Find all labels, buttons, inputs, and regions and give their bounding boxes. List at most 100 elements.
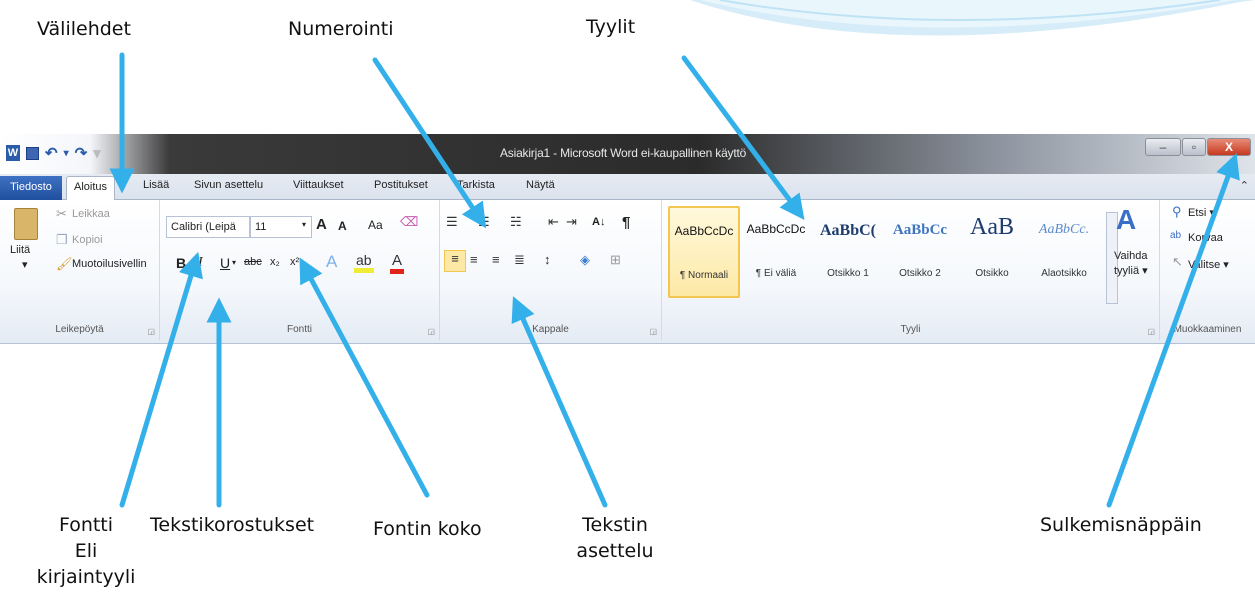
group-label-font: Fontti (286, 324, 312, 335)
clipboard-launcher-icon[interactable]: ◲ (147, 327, 155, 336)
font-size-dropdown-icon[interactable]: ▾ (302, 220, 306, 229)
change-styles-icon[interactable]: A (1116, 204, 1136, 236)
style-preview: AaBbCc. (1038, 222, 1090, 237)
style-gallery: AaBbCcDc ¶ Normaali AaBbCcDc ¶ Ei väliä … (668, 206, 1118, 304)
copy-icon: ❐ (56, 232, 68, 247)
tab-home[interactable]: Aloitus (66, 176, 116, 201)
customize-qat-icon[interactable]: ▾ (93, 144, 101, 162)
tab-mailings[interactable]: Postitukset (374, 179, 428, 191)
increase-indent-icon[interactable]: ⇥ (566, 214, 577, 230)
callout-font-line2: Eli (74, 540, 98, 562)
text-effects-icon[interactable]: A (326, 252, 337, 272)
minimize-ribbon-icon[interactable]: ⌃ (1240, 179, 1249, 192)
change-styles-dropdown[interactable]: tyyliä ▾ (1114, 264, 1148, 277)
font-color-icon[interactable]: A (390, 252, 405, 274)
tab-references[interactable]: Viittaukset (293, 179, 344, 191)
group-styles: AaBbCcDc ¶ Normaali AaBbCcDc ¶ Ei väliä … (662, 200, 1160, 340)
change-styles-label[interactable]: Vaihda (1114, 250, 1147, 262)
callout-font-line3: kirjaintyyli (36, 566, 136, 588)
paste-dropdown-icon[interactable]: ▾ (22, 258, 28, 271)
callout-styles: Tyylit (586, 16, 636, 38)
styles-launcher-icon[interactable]: ◲ (1147, 327, 1155, 336)
find-button[interactable]: Etsi ▾ (1188, 206, 1215, 219)
callout-text-emphasis: Tekstikorostukset (150, 514, 315, 536)
group-label-editing: Muokkaaminen (1173, 324, 1242, 335)
replace-button[interactable]: Korvaa (1188, 232, 1223, 244)
bold-button[interactable]: B (176, 255, 186, 271)
maximize-button[interactable]: ▫ (1182, 138, 1206, 156)
undo-icon[interactable]: ↶ (45, 144, 58, 162)
cut-button[interactable]: Leikkaa (72, 208, 110, 220)
style-name: Otsikko 1 (827, 268, 869, 279)
underline-button[interactable]: U (220, 255, 230, 271)
copy-button[interactable]: Kopioi (72, 234, 103, 246)
save-icon[interactable] (26, 146, 39, 160)
change-case-button[interactable]: Aa (368, 218, 383, 232)
scissors-icon: ✂ (56, 206, 67, 221)
paste-icon[interactable] (14, 208, 38, 240)
callout-font-size: Fontin koko (373, 518, 482, 540)
group-label-styles: Tyyli (900, 324, 921, 335)
style-no-spacing[interactable]: AaBbCcDc ¶ Ei väliä (740, 206, 812, 298)
tab-view[interactable]: Näytä (526, 179, 555, 191)
align-center-icon[interactable]: ≡ (470, 252, 478, 267)
justify-icon[interactable]: ≣ (514, 252, 525, 268)
clear-formatting-icon[interactable]: ⌫ (400, 214, 418, 230)
subscript-button[interactable]: x₂ (270, 256, 280, 268)
font-launcher-icon[interactable]: ◲ (427, 327, 435, 336)
multilevel-list-icon[interactable]: ☵ (510, 214, 522, 230)
style-name: Otsikko (975, 268, 1009, 279)
style-preview: AaBbC( (819, 222, 876, 239)
bullets-icon[interactable]: ☰ (446, 214, 458, 230)
shrink-font-button[interactable]: A (338, 219, 347, 233)
ribbon-tabs: Tiedosto Aloitus Lisää Sivun asettelu Vi… (0, 174, 1255, 201)
underline-dropdown-icon[interactable]: ▾ (232, 258, 236, 267)
tab-file[interactable]: Tiedosto (0, 176, 62, 200)
numbering-icon[interactable]: ☷ (478, 214, 490, 230)
decorative-swoosh (690, 0, 1255, 36)
highlight-color-icon[interactable]: ab (354, 252, 374, 273)
select-button[interactable]: Valitse ▾ (1188, 258, 1229, 271)
close-button[interactable]: X (1207, 138, 1251, 156)
line-spacing-icon[interactable]: ↕ (544, 252, 551, 267)
style-title[interactable]: AaB Otsikko (956, 206, 1028, 298)
tab-review[interactable]: Tarkista (457, 179, 495, 191)
tab-insert[interactable]: Lisää (143, 179, 169, 191)
sort-button[interactable]: A↓ (592, 216, 605, 228)
font-name-combo[interactable]: Calibri (Leipä (166, 216, 250, 238)
style-heading-2[interactable]: AaBbCc Otsikko 2 (884, 206, 956, 298)
callout-font-line1: Fontti (58, 514, 114, 536)
style-preview: AaBbCc (892, 222, 948, 238)
style-preview: AaBbCcDc (746, 222, 806, 236)
find-icon: ⚲ (1172, 204, 1182, 219)
borders-icon[interactable]: ⊞ (610, 252, 621, 268)
style-heading-1[interactable]: AaBbC( Otsikko 1 (812, 206, 884, 298)
replace-icon: ab (1170, 230, 1182, 241)
callout-tabs: Välilehdet (37, 18, 131, 40)
align-left-icon[interactable]: ≡ (444, 250, 466, 272)
superscript-button[interactable]: x² (290, 256, 299, 268)
format-painter-button[interactable]: Muotoilusivellin (72, 258, 147, 270)
grow-font-button[interactable]: A (316, 216, 327, 233)
tab-page-layout[interactable]: Sivun asettelu (194, 179, 263, 191)
show-formatting-button[interactable]: ¶ (622, 214, 630, 231)
minimize-button[interactable]: – (1145, 138, 1181, 156)
shading-icon[interactable]: ◈ (580, 252, 590, 268)
callout-text-layout-line2: asettelu (576, 540, 654, 562)
style-name: Otsikko 2 (899, 268, 941, 279)
undo-dropdown-icon[interactable]: ▾ (64, 148, 69, 159)
paste-button[interactable]: Liitä (10, 244, 30, 256)
callout-text-layout-line1: Tekstin (582, 514, 648, 536)
italic-button[interactable]: I (198, 255, 203, 271)
redo-icon[interactable]: ↷ (75, 144, 88, 162)
callout-close-button: Sulkemisnäppäin (1040, 514, 1202, 536)
word-logo-icon[interactable]: W (6, 145, 20, 161)
paragraph-launcher-icon[interactable]: ◲ (649, 327, 657, 336)
style-name: ¶ Ei väliä (755, 268, 797, 279)
align-right-icon[interactable]: ≡ (492, 252, 500, 267)
select-icon: ↖ (1172, 254, 1183, 269)
decrease-indent-icon[interactable]: ⇤ (548, 214, 559, 230)
style-subtitle[interactable]: AaBbCc. Alaotsikko (1028, 206, 1100, 298)
style-normal[interactable]: AaBbCcDc ¶ Normaali (668, 206, 740, 298)
strikethrough-button[interactable]: abc (244, 256, 262, 268)
